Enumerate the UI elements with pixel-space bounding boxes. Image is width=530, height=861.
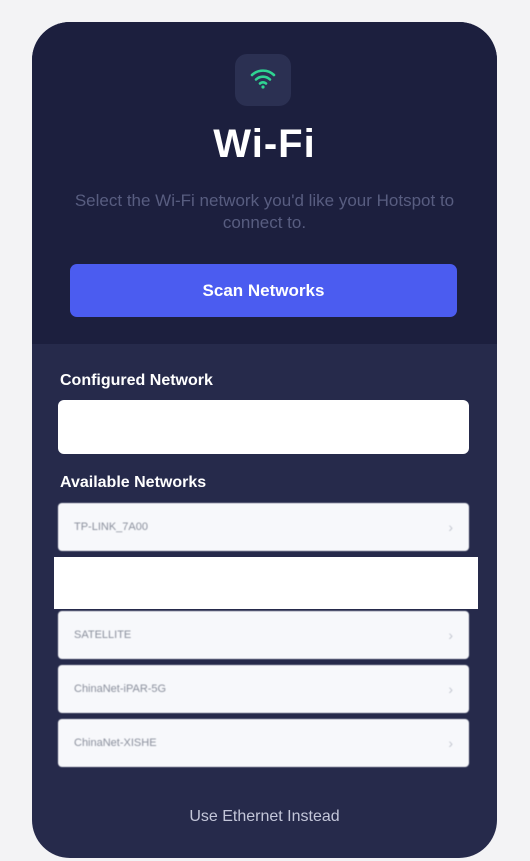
use-ethernet-link[interactable]: Use Ethernet Instead <box>32 808 497 826</box>
page-title: Wi-Fi <box>213 122 316 166</box>
network-row[interactable]: ChinaNet-iPAR-5G › <box>58 665 469 713</box>
configured-network-field[interactable] <box>58 400 469 454</box>
network-row[interactable]: TP-LINK_7A00 › <box>58 503 469 551</box>
wifi-setup-card: Wi-Fi Select the Wi-Fi network you'd lik… <box>32 22 497 858</box>
network-row[interactable]: SATELLITE › <box>58 611 469 659</box>
network-ssid: ChinaNet-iPAR-5G <box>74 683 167 695</box>
chevron-right-icon: › <box>448 627 453 643</box>
redacted-network-row[interactable] <box>54 557 478 609</box>
network-ssid: ChinaNet-XISHE <box>74 737 157 749</box>
network-ssid: TP-LINK_7A00 <box>74 521 148 533</box>
chevron-right-icon: › <box>448 681 453 697</box>
available-networks-label: Available Networks <box>60 474 207 491</box>
configured-network-label: Configured Network <box>60 372 213 389</box>
network-row[interactable]: ChinaNet-XISHE › <box>58 719 469 767</box>
scan-networks-button[interactable]: Scan Networks <box>70 264 457 317</box>
network-ssid: SATELLITE <box>74 629 132 641</box>
wifi-badge <box>235 54 291 106</box>
header-panel: Wi-Fi Select the Wi-Fi network you'd lik… <box>32 22 497 344</box>
chevron-right-icon: › <box>448 519 453 535</box>
chevron-right-icon: › <box>448 735 453 751</box>
wifi-icon <box>250 67 276 94</box>
page-subtitle: Select the Wi-Fi network you'd like your… <box>74 191 455 232</box>
